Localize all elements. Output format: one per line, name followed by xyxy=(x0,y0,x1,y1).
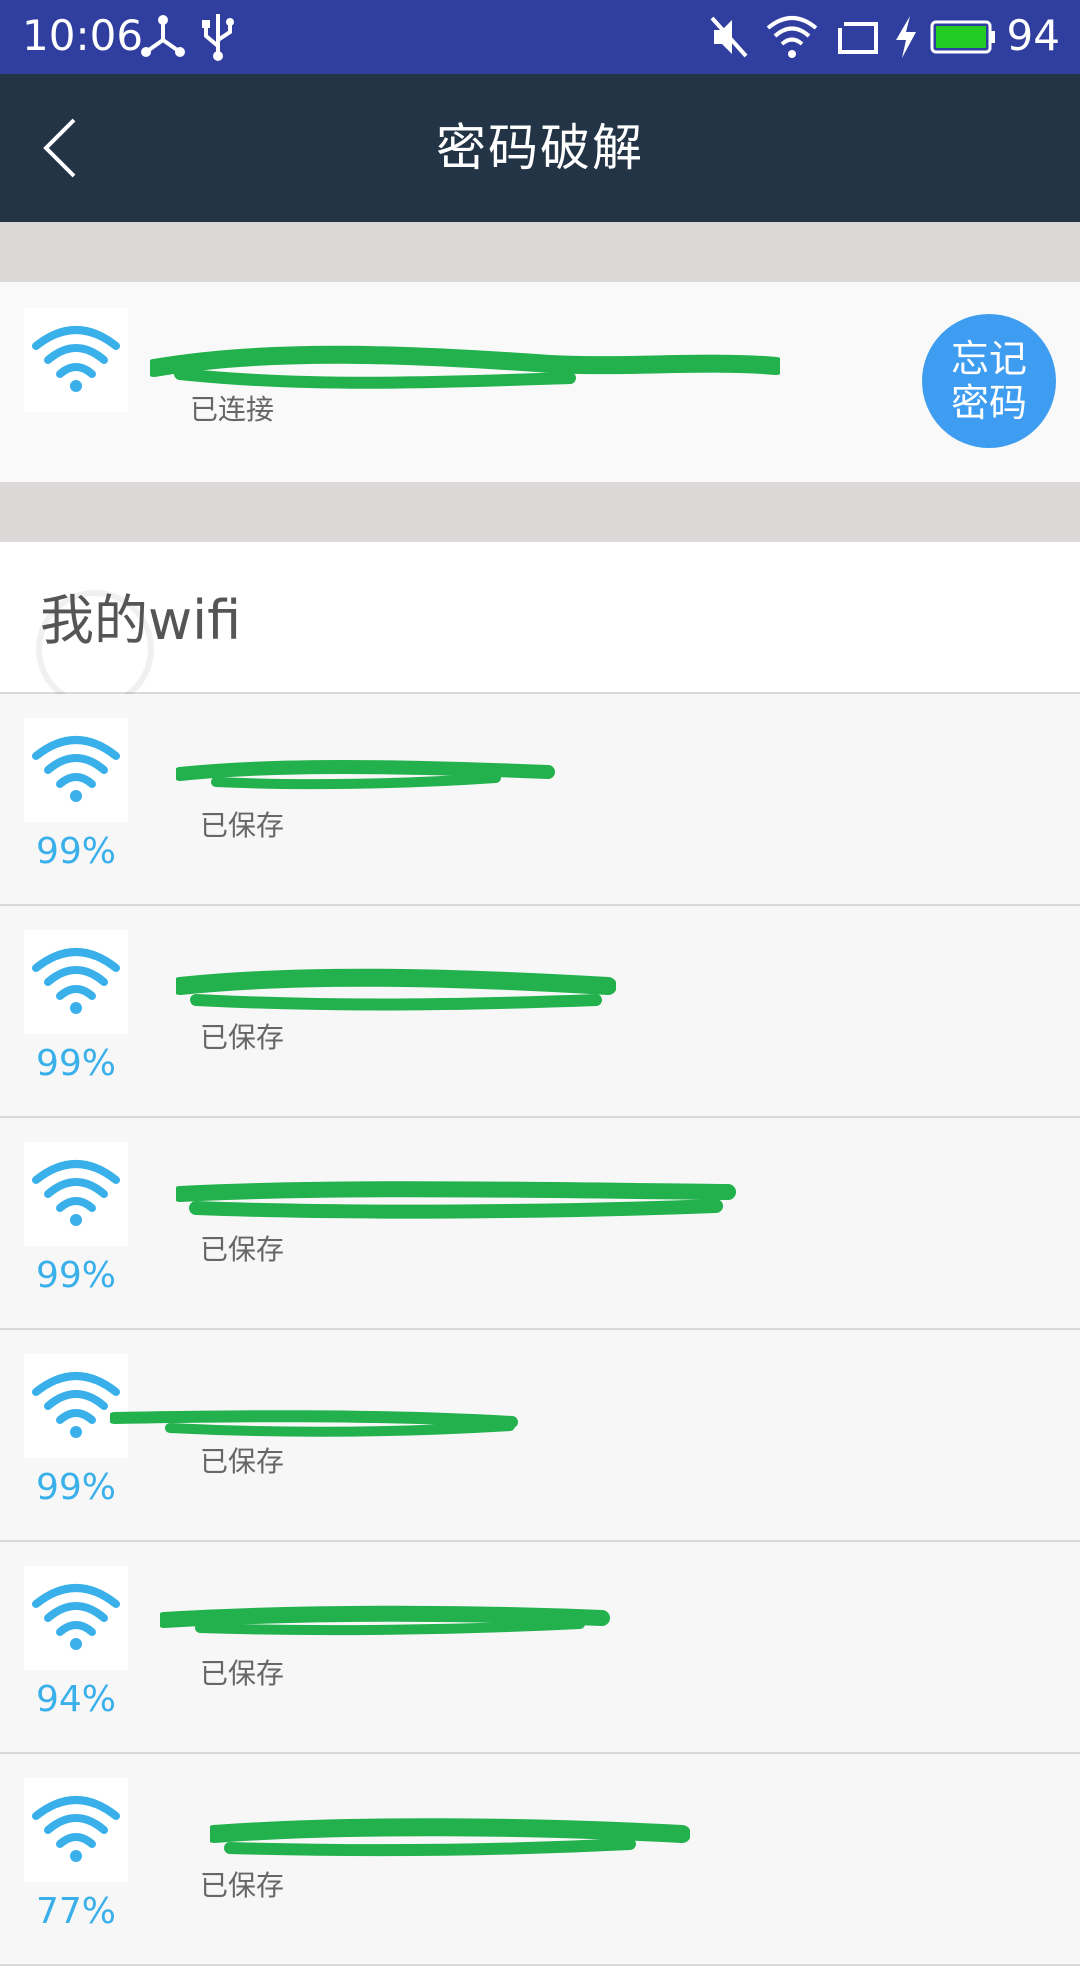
wifi-icon-box xyxy=(24,1142,128,1246)
list-item[interactable]: 99% 已保存 xyxy=(0,906,1080,1118)
list-item[interactable]: 99% 已保存 xyxy=(0,1330,1080,1542)
connected-network-row[interactable]: 已连接 忘记密码 xyxy=(0,282,1080,482)
wifi-icon-box xyxy=(24,930,128,1034)
wifi-icon xyxy=(32,1796,120,1862)
connection-status: 已连接 xyxy=(190,393,275,426)
wifi-icon-box xyxy=(24,1566,128,1670)
list-item[interactable]: 99% 已保存 xyxy=(0,694,1080,906)
status-bar: 10:06 94 xyxy=(0,0,1080,74)
list-item[interactable]: 99% 已保存 xyxy=(0,1118,1080,1330)
battery-percent: 94 xyxy=(1006,11,1060,60)
ssid-redaction-scribble xyxy=(210,1818,690,1857)
signal-strength: 99% xyxy=(35,1467,116,1508)
list-item[interactable]: 77% 已保存 xyxy=(0,1754,1080,1966)
signal-strength: 99% xyxy=(35,1255,116,1296)
wifi-icon-box xyxy=(24,1778,128,1882)
divider-band xyxy=(0,482,1080,542)
network-status: 已保存 xyxy=(200,809,285,842)
status-time: 10:06 xyxy=(22,11,144,60)
ssid-redaction-scribble xyxy=(110,1410,518,1437)
wifi-icon-box xyxy=(24,718,128,822)
charging-icon xyxy=(896,16,916,58)
wifi-icon-box xyxy=(24,308,128,412)
page-title: 密码破解 xyxy=(436,119,644,177)
network-share-icon xyxy=(141,15,185,57)
wifi-signal-icon xyxy=(766,16,818,58)
network-status: 已保存 xyxy=(200,1869,285,1902)
network-status: 已保存 xyxy=(200,1445,285,1478)
ssid-redaction-scribble xyxy=(150,345,780,389)
divider-band xyxy=(0,222,1080,282)
wifi-icon xyxy=(32,736,120,802)
wifi-icon xyxy=(32,948,120,1014)
network-status: 已保存 xyxy=(200,1657,285,1690)
wifi-icon xyxy=(32,1584,120,1650)
forget-password-label: 忘记密码 xyxy=(950,337,1027,425)
toolbar: 密码破解 xyxy=(0,74,1080,222)
signal-strength: 99% xyxy=(35,1043,116,1084)
wifi-icon xyxy=(32,326,120,392)
section-title: 我的wifi xyxy=(40,589,242,652)
section-header: 我的wifi xyxy=(0,542,1080,708)
forget-password-button[interactable]: 忘记密码 xyxy=(922,314,1056,448)
ssid-redaction-scribble xyxy=(176,1181,736,1219)
signal-strength: 99% xyxy=(35,831,116,872)
ssid-redaction-scribble xyxy=(160,1605,610,1636)
wifi-icon xyxy=(32,1160,120,1226)
cast-icon xyxy=(838,22,878,54)
signal-strength: 77% xyxy=(35,1891,116,1932)
ssid-redaction-scribble xyxy=(176,968,616,1011)
signal-strength: 94% xyxy=(35,1679,116,1720)
list-item[interactable]: 94% 已保存 xyxy=(0,1542,1080,1754)
network-status: 已保存 xyxy=(200,1233,285,1266)
ssid-redaction-scribble xyxy=(176,760,555,790)
usb-icon xyxy=(202,14,234,61)
mute-icon xyxy=(710,16,748,58)
battery-icon xyxy=(930,20,995,54)
network-status: 已保存 xyxy=(200,1021,285,1054)
